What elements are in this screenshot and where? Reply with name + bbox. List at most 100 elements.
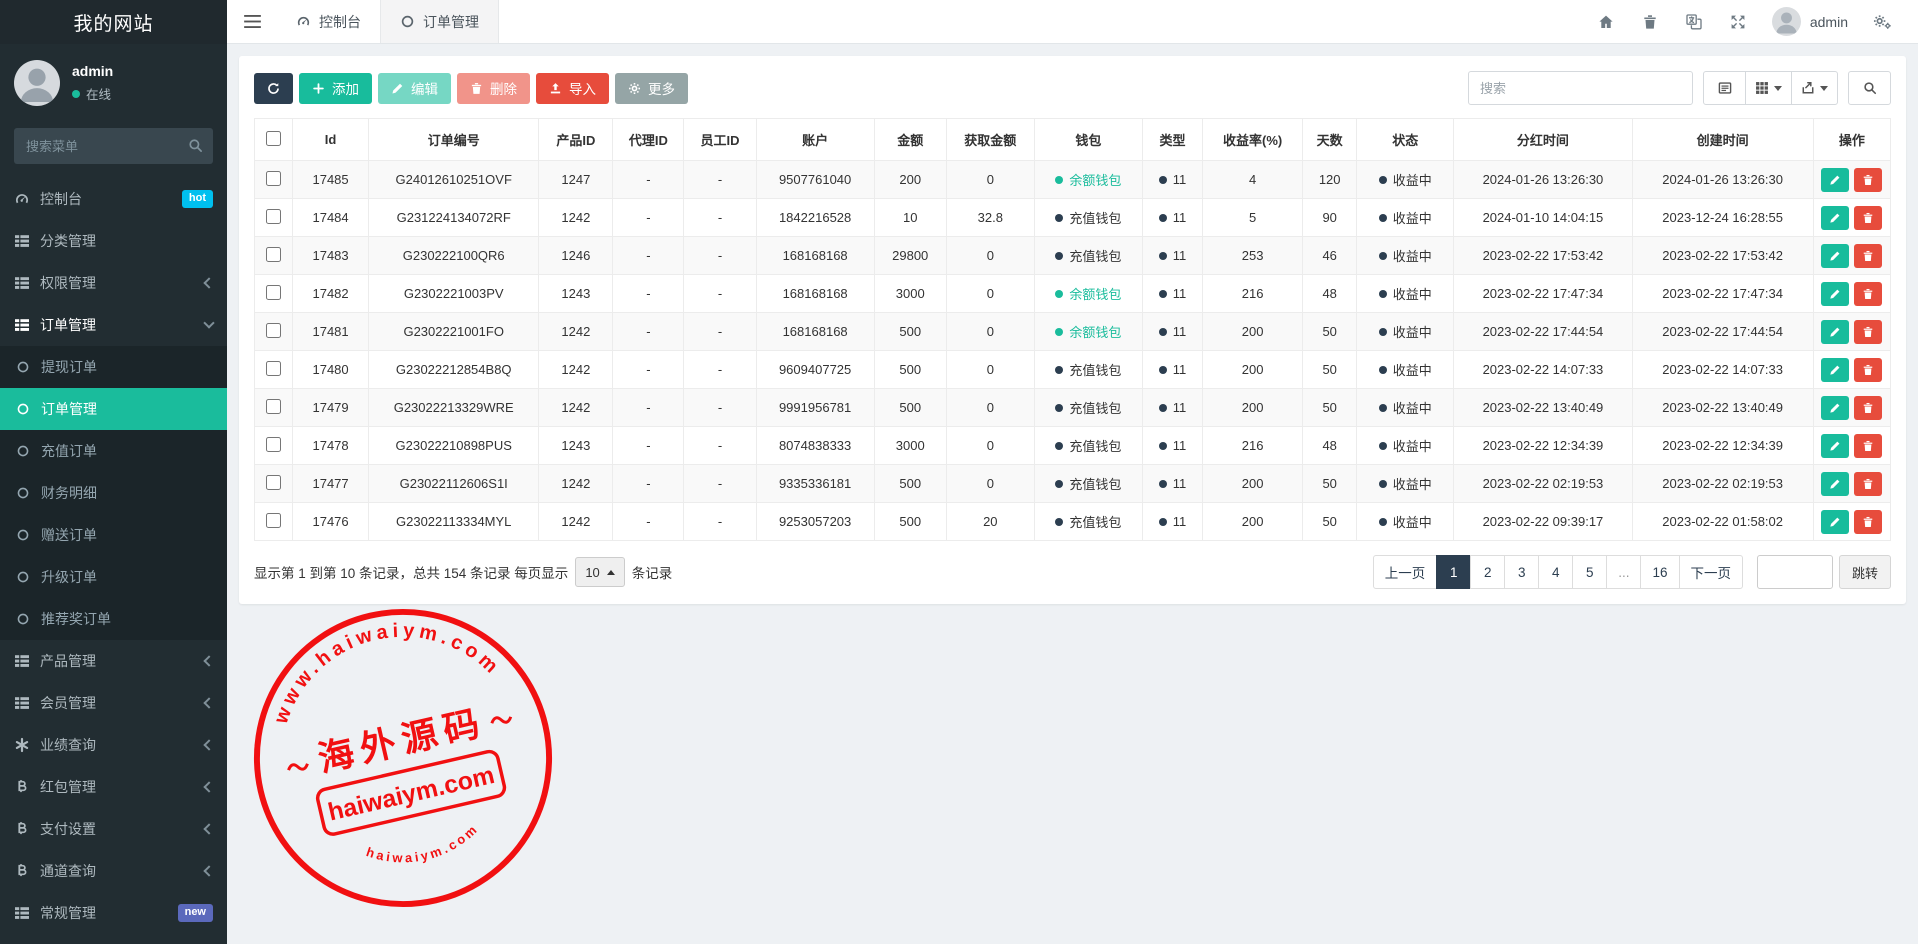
sidebar-search-input[interactable] [14,128,213,164]
sidebar-item[interactable]: 权限管理 [0,262,227,304]
sidebar-subitem[interactable]: 升级订单 [0,556,227,598]
pagination-page[interactable]: 4 [1538,555,1573,589]
delete-button[interactable] [1854,168,1882,192]
delete-button[interactable] [1854,510,1882,534]
row-checkbox[interactable] [266,437,281,452]
circle-icon [16,612,30,626]
export-dropdown-button[interactable] [1791,71,1838,105]
dark-dot-icon [1379,328,1387,336]
cogs-icon[interactable] [1860,0,1904,44]
columns-dropdown-button[interactable] [1745,71,1792,105]
pagination-page[interactable]: 1 [1436,555,1471,589]
detail-view-button[interactable] [1703,71,1746,105]
pagination-page[interactable]: 2 [1470,555,1505,589]
cell-wallet: 充值钱包 [1034,389,1142,427]
menu-toggle-icon[interactable] [227,0,277,43]
gear-icon [628,82,641,95]
jump-page-input[interactable] [1757,555,1833,589]
sidebar-item[interactable]: 分类管理 [0,220,227,262]
edit-button[interactable] [1821,434,1849,458]
table-search-input[interactable] [1468,71,1693,105]
pagination-page[interactable]: 3 [1504,555,1539,589]
edit-button[interactable] [1821,472,1849,496]
delete-button[interactable] [1854,320,1882,344]
delete-button[interactable] [1854,434,1882,458]
row-checkbox[interactable] [266,285,281,300]
delete-button[interactable] [1854,358,1882,382]
edit-button[interactable] [1821,510,1849,534]
column-header: 操作 [1813,119,1890,161]
table-row: 17482G2302221003PV1243--16816816830000余额… [255,275,1891,313]
sidebar-subitem[interactable]: 提现订单 [0,346,227,388]
sidebar-item[interactable]: 常规管理new [0,892,227,934]
page-size-dropdown[interactable]: 10 [575,557,624,587]
search-button[interactable] [1848,71,1891,105]
cell-staff-id: - [684,427,756,465]
sidebar-item[interactable]: 支付设置 [0,808,227,850]
sidebar-subitem[interactable]: 充值订单 [0,430,227,472]
cell-agent-id: - [613,161,684,199]
trash-icon[interactable] [1628,0,1672,44]
cell-staff-id: - [684,161,756,199]
dark-dot-icon [1055,366,1063,374]
sidebar-item-label: 控制台 [40,189,172,209]
sidebar-item[interactable]: 会员管理 [0,682,227,724]
nav-tab[interactable]: 控制台 [277,0,380,43]
row-checkbox[interactable] [266,399,281,414]
delete-button[interactable]: 删除 [457,73,530,104]
pagination-page[interactable]: 5 [1572,555,1607,589]
refresh-button[interactable] [254,73,293,104]
import-button[interactable]: 导入 [536,73,609,104]
sidebar-subitem[interactable]: 财务明细 [0,472,227,514]
delete-button[interactable] [1854,244,1882,268]
sidebar-item[interactable]: 控制台hot [0,178,227,220]
fullscreen-icon[interactable] [1716,0,1760,44]
row-checkbox[interactable] [266,323,281,338]
sidebar-item[interactable]: 红包管理 [0,766,227,808]
row-checkbox[interactable] [266,513,281,528]
more-button[interactable]: 更多 [615,73,688,104]
cell-type: 11 [1142,427,1202,465]
home-icon[interactable] [1584,0,1628,44]
cell-operations [1813,313,1890,351]
edit-button[interactable]: 编辑 [378,73,451,104]
user-menu[interactable]: admin [1760,7,1860,36]
edit-button[interactable] [1821,168,1849,192]
edit-button[interactable] [1821,358,1849,382]
row-checkbox[interactable] [266,361,281,376]
list-icon [14,653,30,669]
pagination-next[interactable]: 下一页 [1679,555,1744,589]
nav-tab[interactable]: 订单管理 [380,0,499,43]
sidebar-item[interactable]: 通道查询 [0,850,227,892]
add-button[interactable]: 添加 [299,73,372,104]
jump-button[interactable]: 跳转 [1839,555,1891,589]
delete-button[interactable] [1854,282,1882,306]
edit-button[interactable] [1821,320,1849,344]
edit-button[interactable] [1821,396,1849,420]
cell-amount: 200 [874,161,946,199]
row-checkbox[interactable] [266,475,281,490]
search-icon[interactable] [188,138,203,153]
sidebar-subitem[interactable]: 推荐奖订单 [0,598,227,640]
sidebar-subitem[interactable]: 订单管理 [0,388,227,430]
sidebar-subitem-label: 赠送订单 [41,525,97,545]
sidebar-subitem-label: 推荐奖订单 [41,609,111,629]
cell-agent-id: - [613,427,684,465]
delete-button[interactable] [1854,396,1882,420]
edit-button[interactable] [1821,282,1849,306]
row-checkbox[interactable] [266,171,281,186]
edit-button[interactable] [1821,244,1849,268]
select-all-checkbox[interactable] [266,131,281,146]
edit-button[interactable] [1821,206,1849,230]
row-checkbox[interactable] [266,247,281,262]
delete-button[interactable] [1854,472,1882,496]
delete-button[interactable] [1854,206,1882,230]
sidebar-item[interactable]: 产品管理 [0,640,227,682]
pagination-page[interactable]: 16 [1640,555,1679,589]
row-checkbox[interactable] [266,209,281,224]
sidebar-subitem[interactable]: 赠送订单 [0,514,227,556]
sidebar-item[interactable]: 业绩查询 [0,724,227,766]
language-icon[interactable] [1672,0,1716,44]
pagination-prev[interactable]: 上一页 [1373,555,1438,589]
sidebar-item[interactable]: 订单管理 [0,304,227,346]
